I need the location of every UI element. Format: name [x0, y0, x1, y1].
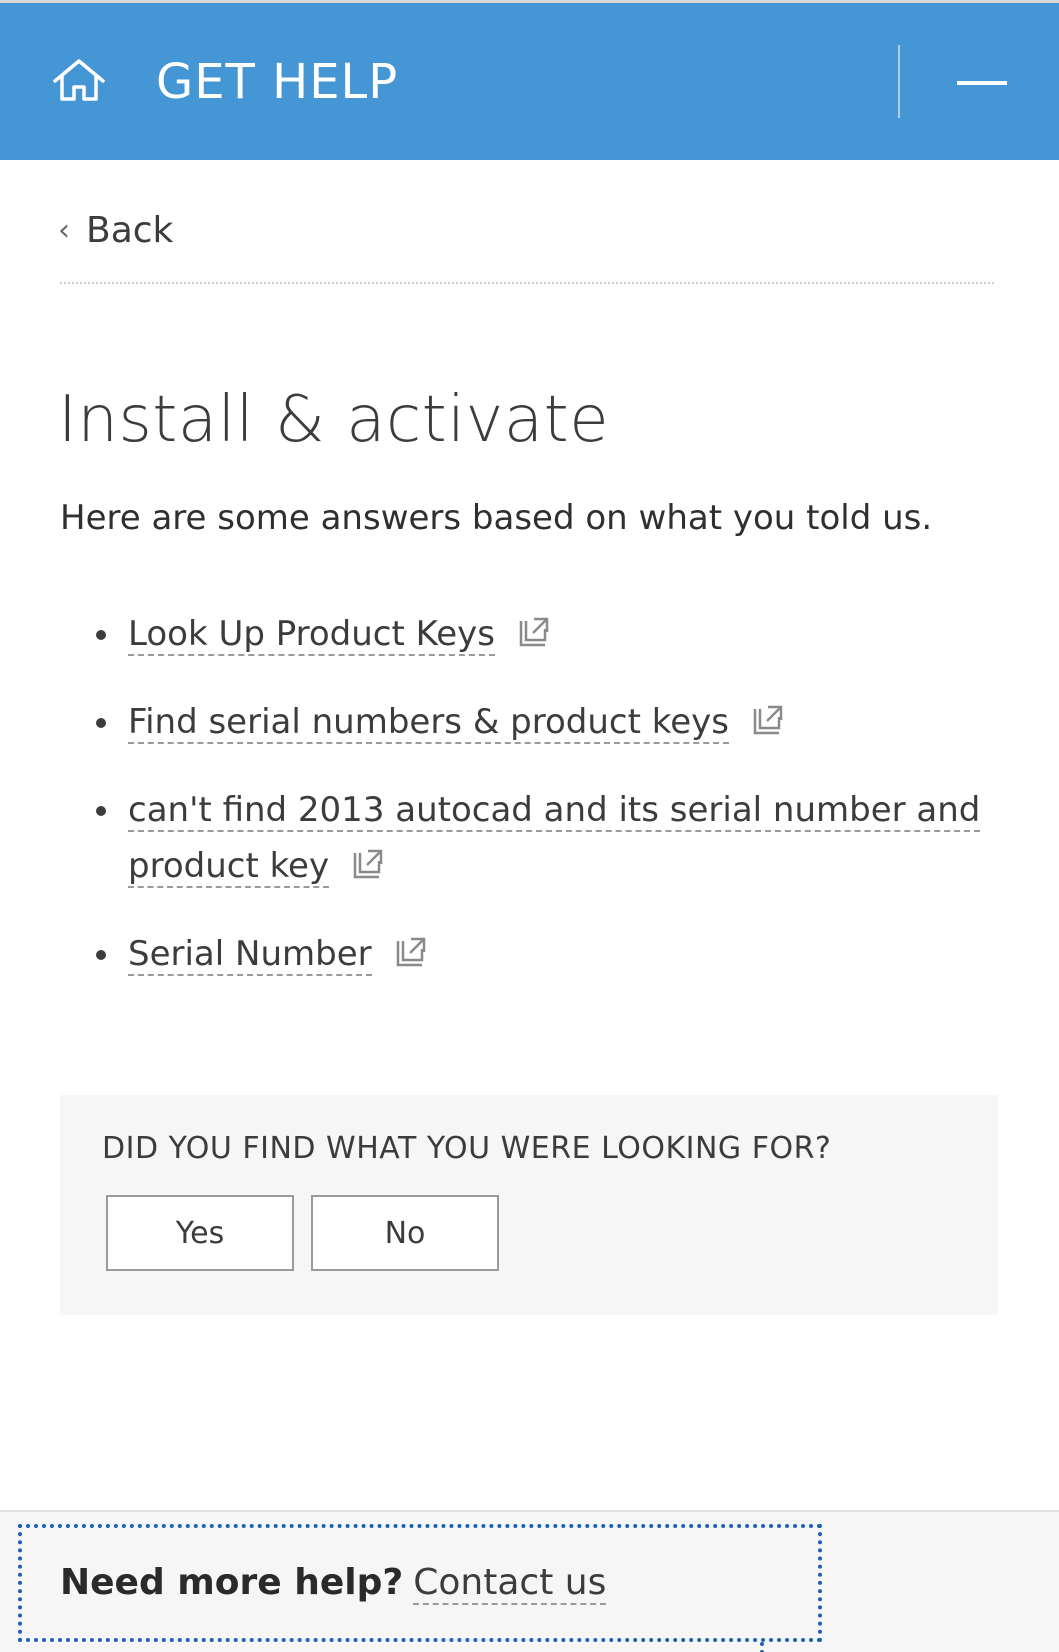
footer-help-text: Need more help? Contact us: [60, 1558, 607, 1608]
feedback-panel: DID YOU FIND WHAT YOU WERE LOOKING FOR? …: [60, 1095, 998, 1315]
page-title: Install & activate: [58, 383, 610, 457]
list-item: Find serial numbers & product keys: [90, 694, 1010, 750]
intro-text: Here are some answers based on what you …: [60, 498, 933, 538]
footer-bar: Need more help? Contact us: [0, 1510, 1059, 1652]
external-link-icon[interactable]: [394, 935, 428, 969]
external-link-icon[interactable]: [351, 847, 385, 881]
home-icon: [53, 59, 105, 101]
list-item: can't find 2013 autocad and its serial n…: [90, 782, 1010, 894]
answer-link[interactable]: Serial Number: [128, 934, 372, 976]
footer-prompt: Need more help?: [60, 1562, 404, 1603]
header-divider: [898, 45, 900, 118]
divider: [60, 282, 994, 284]
focus-outline-tail: [760, 1642, 764, 1652]
feedback-question: DID YOU FIND WHAT YOU WERE LOOKING FOR?: [102, 1131, 832, 1166]
home-button[interactable]: [44, 49, 114, 111]
back-link[interactable]: ‹ Back: [58, 210, 173, 251]
chevron-left-icon: ‹: [58, 213, 70, 248]
back-label: Back: [86, 210, 174, 251]
answer-link[interactable]: can't find 2013 autocad and its serial n…: [128, 790, 981, 888]
yes-button[interactable]: Yes: [106, 1195, 294, 1271]
external-link-icon[interactable]: [517, 615, 551, 649]
no-button[interactable]: No: [311, 1195, 499, 1271]
minimize-icon: [957, 81, 1007, 85]
list-item: Look Up Product Keys: [90, 606, 1010, 662]
minimize-button[interactable]: [942, 43, 1022, 123]
external-link-icon[interactable]: [751, 703, 785, 737]
contact-us-link[interactable]: Contact us: [413, 1562, 607, 1605]
header-title: GET HELP: [156, 54, 399, 110]
list-item: Serial Number: [90, 926, 1010, 982]
get-help-panel: GET HELP ‹ Back Install & activate Here …: [0, 0, 1059, 1652]
answers-list: Look Up Product Keys Find serial numbers…: [90, 606, 1010, 1014]
answer-link[interactable]: Find serial numbers & product keys: [128, 702, 729, 744]
answer-link[interactable]: Look Up Product Keys: [128, 614, 495, 656]
header-bar: GET HELP: [0, 0, 1059, 160]
